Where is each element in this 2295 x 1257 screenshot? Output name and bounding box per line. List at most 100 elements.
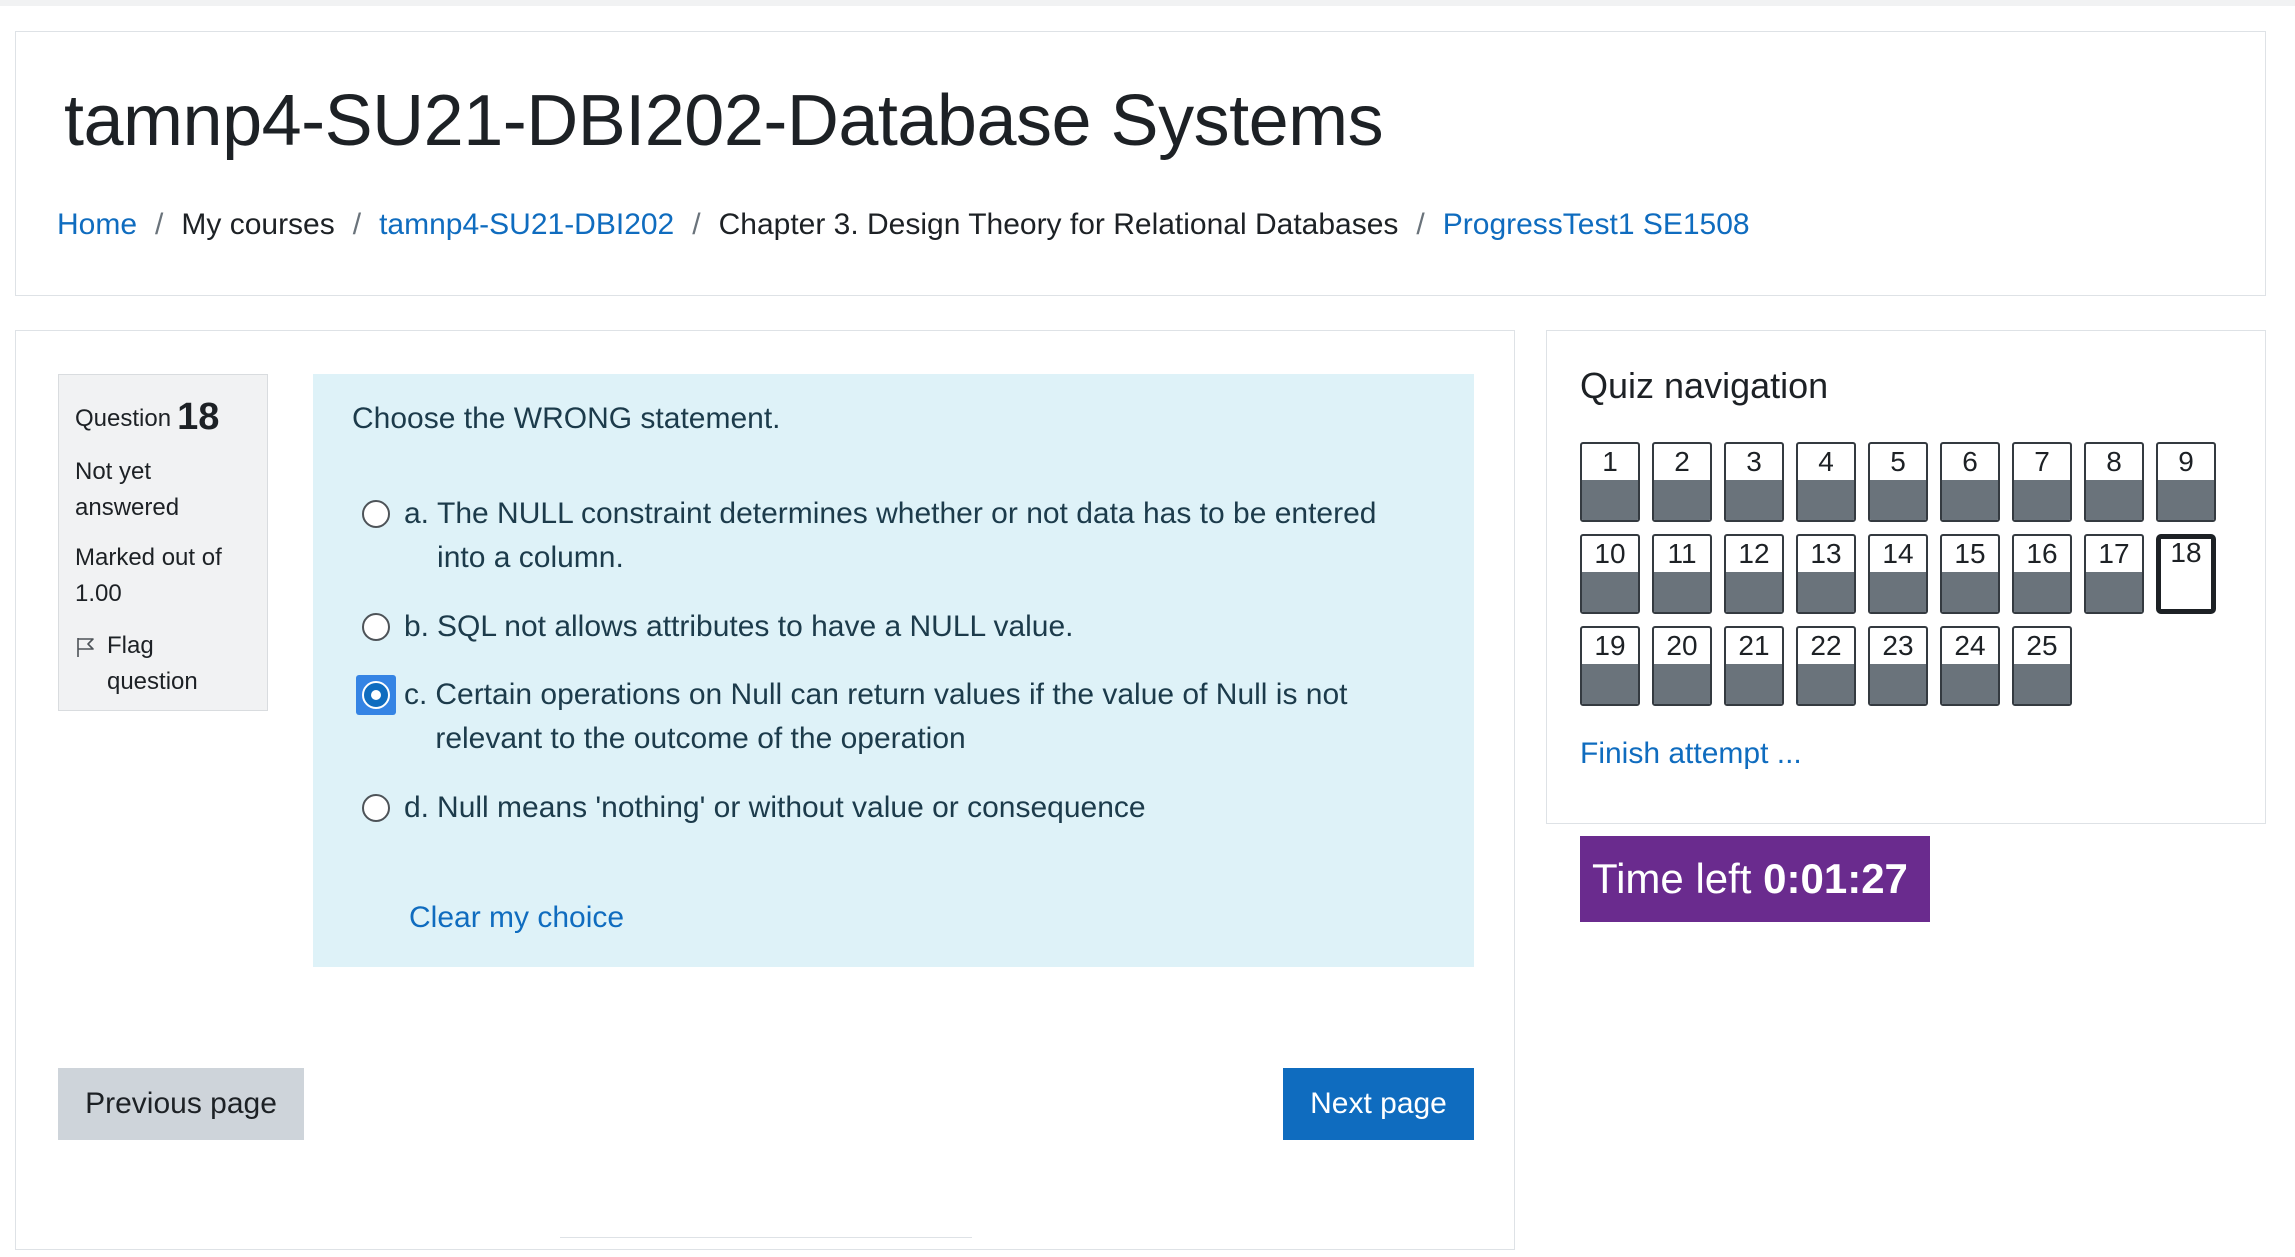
quiz-nav-question-3[interactable]: 3 bbox=[1724, 442, 1784, 522]
breadcrumb-separator: / bbox=[352, 208, 362, 241]
quiz-nav-question-10[interactable]: 10 bbox=[1580, 534, 1640, 614]
grade-label: Marked out of bbox=[75, 544, 222, 571]
radio-dot bbox=[371, 690, 381, 700]
quiz-nav-question-24[interactable]: 24 bbox=[1940, 626, 2000, 706]
quiz-nav-question-9[interactable]: 9 bbox=[2156, 442, 2216, 522]
answer-option-c[interactable]: c. Certain operations on Null can return… bbox=[356, 673, 1395, 761]
quiz-nav-question-19[interactable]: 19 bbox=[1580, 626, 1640, 706]
option-letter: d. bbox=[404, 791, 430, 824]
quiz-nav-status-bar bbox=[1726, 572, 1782, 612]
breadcrumb-separator: / bbox=[692, 208, 701, 241]
page-title: tamnp4-SU21-DBI202-Database Systems bbox=[64, 81, 1384, 161]
quiz-nav-number: 4 bbox=[1818, 446, 1834, 477]
option-text: The NULL constraint determines whether o… bbox=[437, 497, 1377, 574]
footer-divider bbox=[560, 1237, 972, 1257]
answer-option-d[interactable]: d. Null means 'nothing' or without value… bbox=[362, 786, 1397, 830]
breadcrumb: Home / My courses / tamnp4-SU21-DBI202 /… bbox=[57, 208, 1750, 242]
quiz-nav-status-bar bbox=[1654, 572, 1710, 612]
radio-button[interactable] bbox=[362, 794, 390, 822]
quiz-nav-question-13[interactable]: 13 bbox=[1796, 534, 1856, 614]
grade-value: 1.00 bbox=[75, 580, 122, 607]
finish-attempt-link[interactable]: Finish attempt ... bbox=[1580, 737, 1802, 771]
quiz-nav-question-11[interactable]: 11 bbox=[1652, 534, 1712, 614]
option-letter: a. bbox=[404, 497, 430, 530]
option-text: Certain operations on Null can return va… bbox=[435, 678, 1348, 755]
quiz-nav-question-17[interactable]: 17 bbox=[2084, 534, 2144, 614]
quiz-nav-question-22[interactable]: 22 bbox=[1796, 626, 1856, 706]
quiz-nav-number: 23 bbox=[1882, 630, 1914, 661]
breadcrumb-separator: / bbox=[1416, 208, 1425, 241]
quiz-nav-number: 5 bbox=[1890, 446, 1906, 477]
previous-page-button[interactable]: Previous page bbox=[58, 1068, 304, 1140]
radio-button-selected[interactable] bbox=[356, 675, 396, 715]
flag-question-toggle[interactable]: Flag question bbox=[75, 628, 251, 700]
answer-option-b[interactable]: b. SQL not allows attributes to have a N… bbox=[362, 605, 1397, 649]
quiz-nav-question-14[interactable]: 14 bbox=[1868, 534, 1928, 614]
timer-value: 0:01:27 bbox=[1763, 855, 1908, 902]
quiz-nav-question-21[interactable]: 21 bbox=[1724, 626, 1784, 706]
breadcrumb-separator: / bbox=[155, 208, 164, 241]
quiz-nav-number: 14 bbox=[1882, 538, 1914, 569]
page-header: tamnp4-SU21-DBI202-Database Systems Home… bbox=[15, 31, 2266, 296]
quiz-nav-status-bar bbox=[1942, 480, 1998, 520]
quiz-nav-number: 10 bbox=[1594, 538, 1626, 569]
quiz-nav-question-23[interactable]: 23 bbox=[1868, 626, 1928, 706]
quiz-nav-status-bar bbox=[1870, 572, 1926, 612]
quiz-nav-number: 13 bbox=[1810, 538, 1842, 569]
quiz-nav-question-20[interactable]: 20 bbox=[1652, 626, 1712, 706]
option-letter: b. bbox=[404, 610, 430, 643]
quiz-nav-question-25[interactable]: 25 bbox=[2012, 626, 2072, 706]
quiz-nav-question-6[interactable]: 6 bbox=[1940, 442, 2000, 522]
quiz-nav-status-bar bbox=[1798, 664, 1854, 704]
quiz-nav-question-15[interactable]: 15 bbox=[1940, 534, 2000, 614]
radio-button[interactable] bbox=[362, 500, 390, 528]
quiz-nav-number: 18 bbox=[2170, 537, 2202, 568]
time-left-timer: Time left 0:01:27 bbox=[1580, 836, 1930, 922]
quiz-nav-status-bar bbox=[2014, 572, 2070, 612]
quiz-nav-number: 20 bbox=[1666, 630, 1698, 661]
quiz-nav-status-bar bbox=[2086, 480, 2142, 520]
breadcrumb-quiz[interactable]: ProgressTest1 SE1508 bbox=[1443, 208, 1750, 242]
quiz-nav-question-12[interactable]: 12 bbox=[1724, 534, 1784, 614]
quiz-nav-question-1[interactable]: 1 bbox=[1580, 442, 1640, 522]
quiz-nav-status-bar bbox=[1726, 664, 1782, 704]
quiz-nav-question-5[interactable]: 5 bbox=[1868, 442, 1928, 522]
option-text: SQL not allows attributes to have a NULL… bbox=[437, 610, 1074, 643]
option-letter: c. bbox=[404, 678, 428, 711]
option-text: Null means 'nothing' or without value or… bbox=[437, 791, 1146, 824]
clear-choice-link[interactable]: Clear my choice bbox=[409, 901, 624, 935]
quiz-nav-question-8[interactable]: 8 bbox=[2084, 442, 2144, 522]
answer-option-a[interactable]: a. The NULL constraint determines whethe… bbox=[362, 492, 1397, 580]
quiz-nav-question-2[interactable]: 2 bbox=[1652, 442, 1712, 522]
question-info-panel: Question 18 Not yet answered Marked out o… bbox=[58, 374, 268, 711]
quiz-nav-status-bar bbox=[1582, 664, 1638, 704]
quiz-nav-number: 8 bbox=[2106, 446, 2122, 477]
quiz-nav-status-bar bbox=[1870, 480, 1926, 520]
quiz-nav-status-bar bbox=[1870, 664, 1926, 704]
quiz-nav-question-4[interactable]: 4 bbox=[1796, 442, 1856, 522]
question-formulation: Choose the WRONG statement. a. The NULL … bbox=[313, 374, 1474, 967]
quiz-nav-number: 15 bbox=[1954, 538, 1986, 569]
breadcrumb-course[interactable]: tamnp4-SU21-DBI202 bbox=[379, 208, 674, 242]
quiz-nav-status-bar bbox=[1654, 664, 1710, 704]
radio-button[interactable] bbox=[362, 613, 390, 641]
quiz-nav-status-bar bbox=[1582, 480, 1638, 520]
quiz-nav-status-bar bbox=[2086, 572, 2142, 612]
next-page-button[interactable]: Next page bbox=[1283, 1068, 1474, 1140]
question-number: 18 bbox=[177, 396, 220, 438]
question-label: Question bbox=[75, 405, 172, 432]
quiz-nav-question-7[interactable]: 7 bbox=[2012, 442, 2072, 522]
question-region: Question 18 Not yet answered Marked out o… bbox=[15, 330, 1515, 1250]
quiz-nav-number: 1 bbox=[1602, 446, 1618, 477]
top-bar bbox=[0, 0, 2295, 6]
quiz-navigation-panel: Quiz navigation 1 2 3 4 5 6 7 8 9 10 11 12 13 14 15 16 1… bbox=[1546, 330, 2266, 824]
quiz-nav-status-bar bbox=[1582, 572, 1638, 612]
breadcrumb-home[interactable]: Home bbox=[57, 208, 137, 242]
quiz-nav-question-16[interactable]: 16 bbox=[2012, 534, 2072, 614]
quiz-nav-status-bar bbox=[1942, 572, 1998, 612]
quiz-nav-status-bar bbox=[2014, 664, 2070, 704]
flag-label: Flag question bbox=[106, 632, 198, 695]
quiz-nav-number: 19 bbox=[1594, 630, 1626, 661]
quiz-nav-number: 21 bbox=[1738, 630, 1770, 661]
quiz-nav-question-18[interactable]: 18 bbox=[2156, 534, 2216, 614]
